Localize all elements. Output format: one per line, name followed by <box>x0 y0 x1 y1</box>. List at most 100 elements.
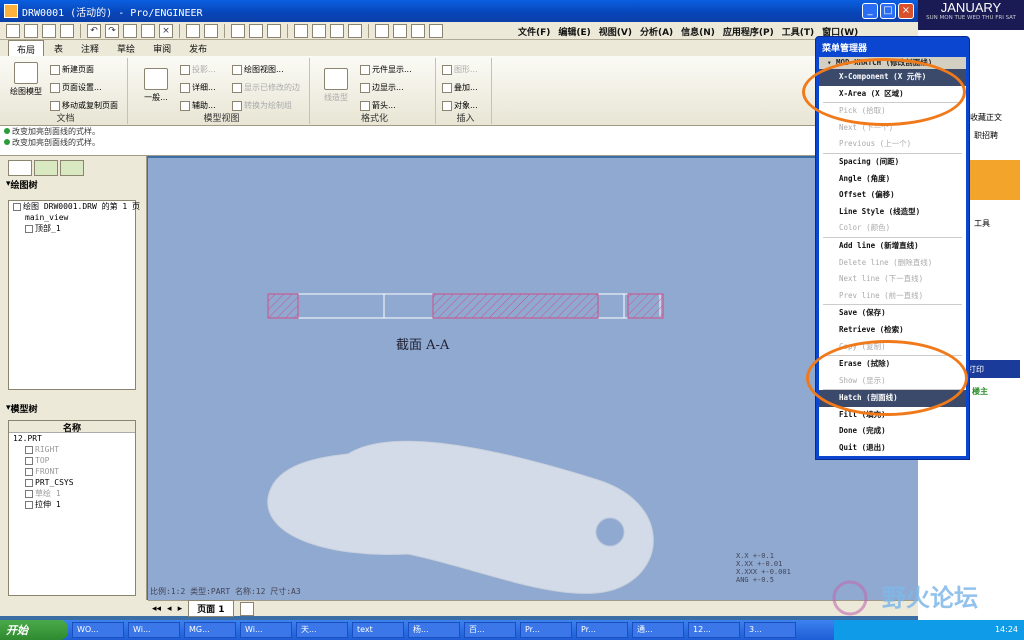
taskbar-task[interactable]: 杨... <box>408 622 460 638</box>
cut-icon[interactable] <box>123 23 137 38</box>
tree-item[interactable]: PRT_CSYS <box>9 477 135 488</box>
hatch-region[interactable] <box>627 293 664 319</box>
model-tree-header[interactable]: ▾ 模型树 <box>0 400 38 416</box>
taskbar-task[interactable]: MG... <box>184 622 236 638</box>
menu-tools[interactable]: 工具(T) <box>782 25 814 38</box>
hatch-region[interactable] <box>432 293 599 319</box>
line-style-button[interactable]: 线造型 <box>318 68 354 103</box>
projection-button[interactable]: 投影... <box>180 64 216 75</box>
display-style-icon[interactable] <box>348 23 362 38</box>
redo-icon[interactable]: ↷ <box>105 23 119 38</box>
tree-item[interactable]: TOP <box>9 455 135 466</box>
menu-analysis[interactable]: 分析(A) <box>640 25 673 38</box>
move-copy-page-button[interactable]: 移动或复制页面 <box>50 100 118 111</box>
object-button[interactable]: 对象... <box>442 100 478 111</box>
show-modified-edges-button[interactable]: 显示已修改的边 <box>232 82 300 93</box>
datum-plane-icon[interactable] <box>375 23 389 38</box>
tree-item[interactable]: 拉伸 1 <box>9 499 135 510</box>
find-icon[interactable] <box>231 23 245 38</box>
taskbar-task[interactable]: 天... <box>296 622 348 638</box>
menu-manager-item[interactable]: Retrieve (检索) <box>819 322 966 339</box>
start-button[interactable]: 开始 <box>0 620 68 640</box>
general-view-button[interactable]: 一般... <box>138 68 174 103</box>
close-button[interactable]: × <box>898 3 914 19</box>
tab-annotate[interactable]: 注释 <box>73 40 107 56</box>
tree-item[interactable]: RIGHT <box>9 444 135 455</box>
tab-sketch[interactable]: 草绘 <box>109 40 143 56</box>
page-setup-button[interactable]: 页面设置... <box>50 82 102 93</box>
taskbar-task[interactable]: text <box>352 622 404 638</box>
add-page-icon[interactable] <box>239 601 254 616</box>
taskbar-task[interactable]: Wi... <box>240 622 292 638</box>
datum-point-icon[interactable] <box>411 23 425 38</box>
taskbar-task[interactable]: Pr... <box>520 622 572 638</box>
drawing-tree-header[interactable]: ▾ 绘图树 <box>0 176 146 192</box>
edit-icon[interactable] <box>294 23 308 38</box>
menu-manager-item[interactable]: Done (完成) <box>819 423 966 440</box>
new-file-icon[interactable] <box>6 23 20 38</box>
tree-item[interactable]: 草绘 1 <box>9 488 135 499</box>
print-button[interactable]: 打印 <box>964 360 1020 378</box>
menu-manager-item[interactable]: Offset (偏移) <box>819 187 966 204</box>
taskbar-task[interactable]: 3... <box>744 622 796 638</box>
auxiliary-view-button[interactable]: 辅助... <box>180 100 216 111</box>
tree-item[interactable]: 绘图 DRW0001.DRW 的第 1 页 <box>9 201 140 212</box>
first-page-icon[interactable]: ◂◂ <box>152 604 161 614</box>
drawing-model-button[interactable]: 绘图模型 <box>8 62 44 97</box>
taskbar-task[interactable]: WO... <box>72 622 124 638</box>
menu-manager-item[interactable]: Spacing (间距) <box>819 154 966 171</box>
prev-page-icon[interactable]: ◂ <box>167 604 172 614</box>
tree-item[interactable]: 顶部_1 <box>9 223 135 234</box>
new-page-button[interactable]: 新建页面 <box>50 64 94 75</box>
datum-axis-icon[interactable] <box>393 23 407 38</box>
minimize-button[interactable]: _ <box>862 3 878 19</box>
menu-file[interactable]: 文件(F) <box>518 25 550 38</box>
graph-button[interactable]: 图形... <box>442 64 478 75</box>
cube-icon[interactable] <box>204 23 218 38</box>
print-icon[interactable] <box>60 23 74 38</box>
menu-applications[interactable]: 应用程序(P) <box>723 25 774 38</box>
tab-layout[interactable]: 布局 <box>8 40 45 56</box>
maximize-button[interactable]: □ <box>880 3 896 19</box>
save-icon[interactable] <box>42 23 56 38</box>
select-box-icon[interactable] <box>249 23 263 38</box>
tab-table[interactable]: 表 <box>46 40 71 56</box>
detail-view-button[interactable]: 详细... <box>180 82 216 93</box>
edge-display-button[interactable]: 边显示... <box>360 82 404 93</box>
tree-tab-icon[interactable] <box>8 160 32 176</box>
top-view[interactable] <box>267 440 654 594</box>
regenerate-icon[interactable] <box>312 23 326 38</box>
drawing-canvas[interactable]: 截面 A-A <box>148 158 918 600</box>
menu-manager-item[interactable]: Save (保存) <box>819 305 966 322</box>
tree-item[interactable]: main_view <box>9 212 135 223</box>
copy-icon[interactable] <box>141 23 155 38</box>
convert-sketch-button[interactable]: 转换为绘制组 <box>232 100 292 111</box>
overlay-button[interactable]: 叠加... <box>442 82 478 93</box>
taskbar-task[interactable]: 12... <box>688 622 740 638</box>
grid-icon[interactable] <box>267 23 281 38</box>
folder-tab-icon[interactable] <box>34 160 58 176</box>
open-file-icon[interactable] <box>24 23 38 38</box>
tree-item[interactable]: FRONT <box>9 466 135 477</box>
drawing-view-button[interactable]: 绘图视图... <box>232 64 284 75</box>
undo-icon[interactable]: ↶ <box>87 23 101 38</box>
favorites-tab-icon[interactable] <box>60 160 84 176</box>
menu-manager-item[interactable]: Add line (新增直线) <box>819 238 966 255</box>
taskbar-task[interactable]: Wi... <box>128 622 180 638</box>
csys-icon[interactable] <box>429 23 443 38</box>
hatch-region[interactable] <box>267 293 299 319</box>
arrow-button[interactable]: 箭头... <box>360 100 396 111</box>
menu-manager-item[interactable]: Quit (退出) <box>819 440 966 457</box>
tab-publish[interactable]: 发布 <box>181 40 215 56</box>
taskbar-task[interactable]: 通... <box>632 622 684 638</box>
menu-info[interactable]: 信息(N) <box>681 25 715 38</box>
zoom-icon[interactable] <box>330 23 344 38</box>
menu-edit[interactable]: 编辑(E) <box>558 25 590 38</box>
layer-icon[interactable] <box>186 23 200 38</box>
element-display-button[interactable]: 元件显示... <box>360 64 412 75</box>
taskbar-task[interactable]: 百... <box>464 622 516 638</box>
taskbar-task[interactable]: Pr... <box>576 622 628 638</box>
page-tab[interactable]: 页面 1 <box>188 600 234 617</box>
next-page-icon[interactable]: ▸ <box>178 604 183 614</box>
menu-manager-item[interactable]: Line Style (线造型) <box>819 204 966 221</box>
